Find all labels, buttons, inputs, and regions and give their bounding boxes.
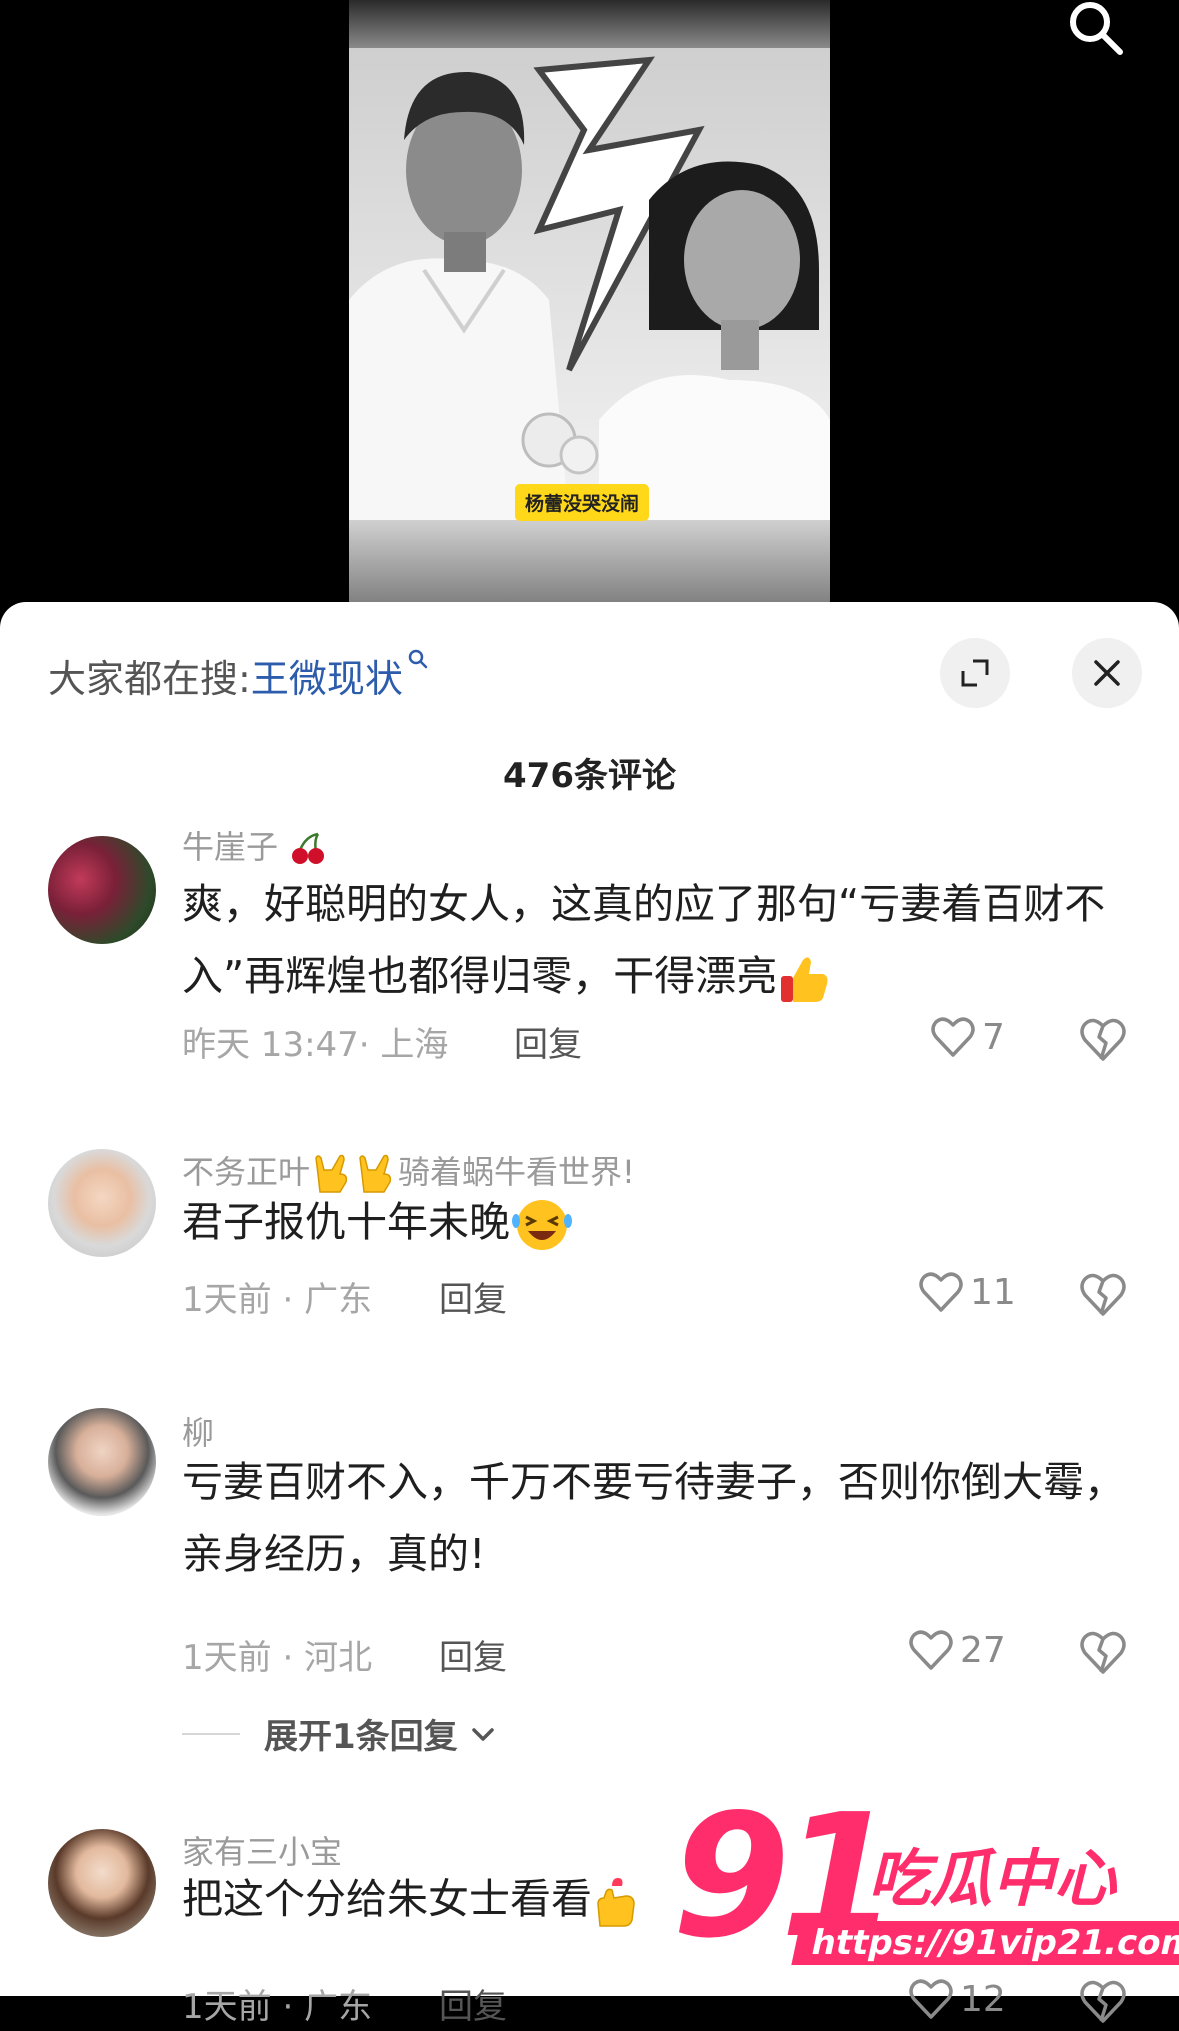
search-trend[interactable]: 大家都在搜:王微现状 bbox=[48, 648, 429, 703]
like-count: 11 bbox=[970, 1271, 1016, 1313]
comment-sheet: 大家都在搜:王微现状 476条评论 牛崖子 爽，好聪明的女人，这真的应了那句“亏… bbox=[0, 602, 1179, 2027]
like-button[interactable]: 27 bbox=[908, 1628, 1006, 1678]
search-button[interactable] bbox=[1058, 0, 1134, 58]
comment-time: 昨天 13:47 bbox=[182, 1025, 359, 1065]
thumbnail-bottom-band bbox=[349, 520, 830, 610]
comment-meta: 1天前 · 广东 bbox=[182, 1987, 373, 2027]
like-count: 27 bbox=[960, 1629, 1006, 1671]
avatar[interactable] bbox=[48, 1829, 156, 1937]
comment-text: 君子报仇十年未晚 bbox=[182, 1186, 1142, 1258]
dislike-button[interactable] bbox=[1078, 1628, 1128, 1678]
chevron-down-icon bbox=[472, 1727, 494, 1741]
comment-meta: 1天前 · 河北 bbox=[182, 1638, 373, 1678]
comment-username[interactable]: 牛崖子 bbox=[182, 822, 328, 868]
like-count: 7 bbox=[982, 1016, 1005, 1058]
avatar[interactable] bbox=[48, 1408, 156, 1516]
comment-meta: 1天前 · 广东 bbox=[182, 1280, 373, 1320]
search-small-icon bbox=[408, 649, 428, 669]
comment-meta: 昨天 13:47· 上海 bbox=[182, 1025, 449, 1065]
close-button[interactable] bbox=[1072, 638, 1142, 708]
comment-text: 爽，好聪明的女人，这真的应了那句“亏妻着百财不入”再辉煌也都得归零，干得漂亮 bbox=[182, 868, 1142, 1012]
search-icon bbox=[1070, 2, 1123, 55]
heart-icon bbox=[909, 1630, 953, 1670]
search-trend-keyword[interactable]: 王微现状 bbox=[251, 657, 403, 701]
broken-heart-icon bbox=[1080, 1018, 1126, 1061]
watermark-url: https://91vip21.com bbox=[791, 1921, 1179, 1965]
reply-button[interactable]: 回复 bbox=[439, 1272, 507, 1321]
avatar[interactable] bbox=[48, 1149, 156, 1257]
video-player[interactable]: 杨蕾没哭没闹 bbox=[0, 0, 1179, 610]
like-button[interactable]: 7 bbox=[930, 1015, 1005, 1065]
comment-location: 河北 bbox=[304, 1638, 373, 1678]
laughing-emoji bbox=[512, 1200, 572, 1250]
cherry-emoji bbox=[292, 832, 325, 864]
expand-divider bbox=[182, 1732, 240, 1735]
video-caption: 杨蕾没哭没闹 bbox=[515, 484, 650, 521]
reply-button[interactable]: 回复 bbox=[439, 1630, 507, 1679]
heart-icon bbox=[919, 1272, 963, 1312]
comment-location: 广东 bbox=[304, 1987, 373, 2027]
watermark-name: 吃瓜中心 bbox=[868, 1842, 1117, 1915]
video-thumbnail[interactable]: 杨蕾没哭没闹 bbox=[349, 0, 830, 610]
expand-replies-label: 展开1条回复 bbox=[264, 1717, 458, 1757]
comment-time: 1天前 bbox=[182, 1280, 272, 1320]
comment-text: 亏妻百财不入，千万不要亏待妻子，否则你倒大霉，亲身经历，真的! bbox=[182, 1458, 1125, 1578]
reply-button[interactable]: 回复 bbox=[439, 1979, 507, 2028]
watermark: 91 吃瓜中心 https://91vip21.com bbox=[672, 1778, 1179, 1988]
comment-time: 1天前 bbox=[182, 1987, 272, 2027]
dislike-button[interactable] bbox=[1078, 1015, 1128, 1065]
expand-icon bbox=[961, 659, 989, 687]
close-icon bbox=[1094, 660, 1120, 686]
comment-location: 广东 bbox=[304, 1280, 373, 1320]
like-button[interactable]: 11 bbox=[918, 1270, 1016, 1320]
broken-heart-icon bbox=[1080, 1273, 1126, 1316]
avatar[interactable] bbox=[48, 836, 156, 944]
heart-icon bbox=[931, 1017, 975, 1057]
comments-count: 476条评论 bbox=[503, 756, 676, 796]
expand-replies-button[interactable]: 展开1条回复 bbox=[182, 1709, 497, 1758]
search-trend-prefix: 大家都在搜: bbox=[48, 657, 251, 701]
comment-time: 1天前 bbox=[182, 1638, 272, 1678]
reply-button[interactable]: 回复 bbox=[514, 1017, 582, 1066]
thumbs-up-emoji bbox=[781, 957, 828, 1002]
comment-location: 上海 bbox=[380, 1025, 449, 1065]
dislike-button[interactable] bbox=[1078, 1270, 1128, 1320]
expand-button[interactable] bbox=[940, 638, 1010, 708]
finger-heart-emoji bbox=[597, 1878, 635, 1927]
broken-heart-icon bbox=[1080, 1631, 1126, 1674]
